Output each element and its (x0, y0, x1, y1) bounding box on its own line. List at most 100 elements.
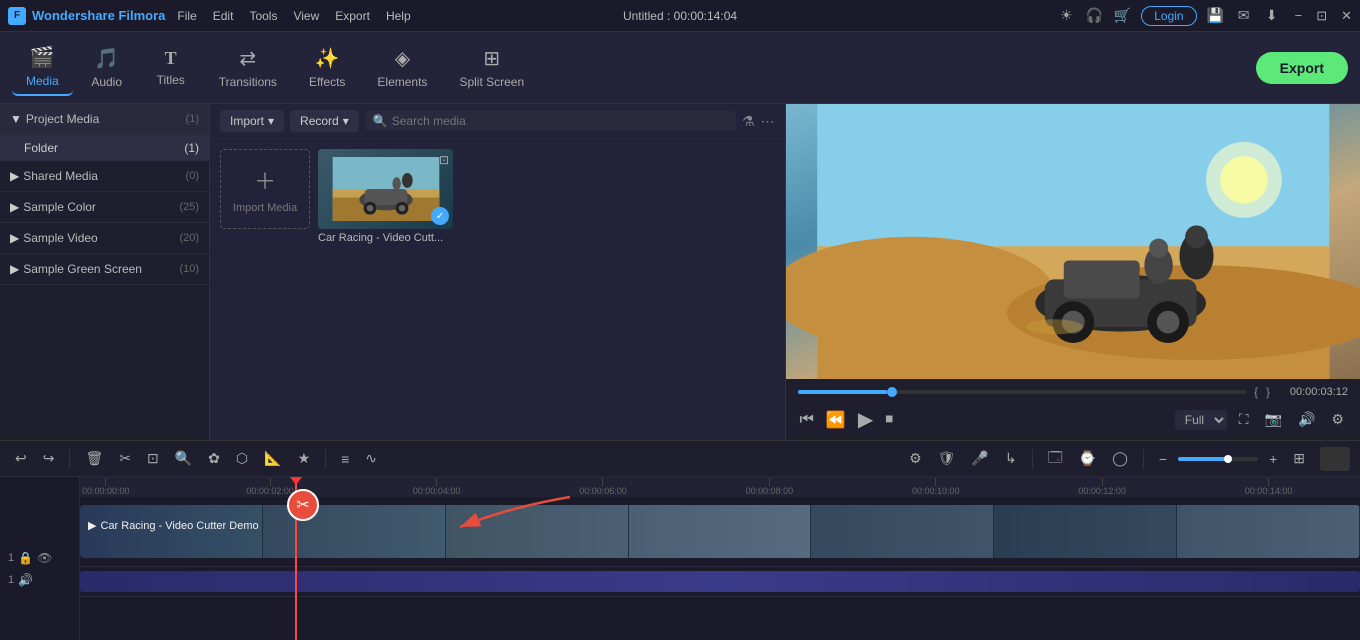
right-bracket-icon[interactable]: } (1266, 385, 1270, 399)
progress-bar[interactable] (798, 390, 1246, 394)
frame-back-button[interactable]: ⏪ (824, 408, 848, 432)
track-clip-label: ▶ Car Racing - Video Cutter Demo (88, 519, 259, 532)
project-media-label: Project Media (26, 112, 99, 126)
section-sample-color[interactable]: ▶ Sample Color (25) (0, 192, 209, 223)
play-button[interactable]: ▶ (856, 405, 875, 434)
tab-media[interactable]: 🎬 Media (12, 39, 73, 96)
import-chevron-icon: ▾ (268, 114, 274, 128)
audio-track-bg[interactable] (80, 571, 1360, 592)
left-bracket-icon[interactable]: { (1254, 385, 1258, 399)
mic-button[interactable]: 🎤 (966, 448, 993, 469)
section-sample-video[interactable]: ▶ Sample Video (20) (0, 223, 209, 254)
filter-icon[interactable]: ⚗ (742, 113, 755, 130)
fullscreen-icon[interactable]: ⛶ (1235, 409, 1253, 430)
menu-file[interactable]: File (177, 9, 196, 23)
maximize-button[interactable]: ⊡ (1316, 8, 1327, 24)
tab-titles[interactable]: T Titles (141, 42, 201, 93)
headphones-icon[interactable]: 🎧 (1085, 7, 1103, 25)
media-item-car-racing[interactable]: ⊡ ✓ Car Racing - Video Cutt... (318, 149, 453, 244)
redo-button[interactable]: ↪ (38, 448, 60, 469)
wave-button[interactable]: ∿ (360, 448, 382, 469)
playback-controls: ⏮ ⏪ ▶ ⏹ Full 1/2 1/4 ⛶ 📷 🔊 ⚙ (798, 405, 1349, 434)
quality-select[interactable]: Full 1/2 1/4 (1175, 410, 1227, 430)
shield-button[interactable]: 🛡 (933, 448, 961, 469)
sample-green-label: Sample Green Screen (23, 262, 142, 276)
timecodes: 00:00:00:00 00:00:02:00 00:00:04:00 00:0… (80, 477, 1360, 497)
import-button[interactable]: Import ▾ (220, 110, 284, 132)
download-icon[interactable]: ⬇ (1263, 7, 1281, 25)
color-button[interactable]: ✿ (203, 448, 225, 469)
project-media-count: (1) (186, 113, 199, 125)
settings-icon[interactable]: ⚙ (1327, 409, 1348, 430)
save-icon[interactable]: 💾 (1207, 7, 1225, 25)
video-track-bg[interactable]: ▶ Car Racing - Video Cutter Demo (80, 505, 1360, 558)
zoom-bar[interactable] (1178, 457, 1258, 461)
audio-icon: 🎵 (94, 46, 119, 71)
tab-effects[interactable]: ✨ Effects (295, 40, 359, 95)
minimize-button[interactable]: − (1295, 8, 1303, 23)
undo-button[interactable]: ↩ (10, 448, 32, 469)
split-icon-button[interactable]: 🗔 (1043, 445, 1068, 473)
track-lock-button[interactable]: 🔒 (18, 551, 33, 565)
app-logo-icon: F (8, 7, 26, 25)
section-sample-green[interactable]: ▶ Sample Green Screen (10) (0, 254, 209, 285)
track-visibility-button[interactable]: 👁 (37, 551, 52, 565)
timeline: ↩ ↪ 🗑 ✂ ⊡ 🔍 ✿ ⬡ 📐 ★ ≡ ∿ ⚙ 🛡 🎤 ↳ 🗔 ⌚ ◯ − … (0, 440, 1360, 640)
menu-button[interactable]: ≡ (336, 449, 354, 469)
track-number-2: 1 (8, 574, 14, 586)
media-icon: 🎬 (30, 45, 55, 70)
menu-help[interactable]: Help (386, 9, 411, 23)
app-logo: F Wondershare Filmora (8, 7, 165, 25)
menu-export[interactable]: Export (335, 9, 370, 23)
record-button[interactable]: Record ▾ (290, 110, 359, 132)
crop-button[interactable]: ⊡ (142, 448, 164, 469)
toolbar-separator-2 (325, 449, 326, 469)
tab-split-screen[interactable]: ⊞ Split Screen (445, 40, 538, 95)
tab-elements[interactable]: ◈ Elements (363, 40, 441, 95)
section-project-media[interactable]: ▼ Project Media (1) (0, 104, 209, 135)
main-area: ▼ Project Media (1) Folder (1) ▶ Shared … (0, 104, 1360, 440)
progress-thumb[interactable] (887, 387, 897, 397)
preview-video (786, 104, 1360, 379)
clock-button[interactable]: ⌚ (1074, 448, 1101, 469)
toolbar-separator-4 (1143, 449, 1144, 469)
close-button[interactable]: ✕ (1341, 8, 1352, 24)
tab-audio[interactable]: 🎵 Audio (77, 40, 137, 95)
track-add-button[interactable]: ↳ (1000, 448, 1022, 469)
tab-transitions[interactable]: ⇄ Transitions (205, 40, 291, 95)
login-button[interactable]: Login (1141, 6, 1196, 26)
settings-timeline-button[interactable]: ⚙ (904, 448, 927, 469)
import-media-placeholder[interactable]: ＋ Import Media (220, 149, 310, 229)
cart-icon[interactable]: 🛒 (1113, 7, 1131, 25)
transform-button[interactable]: 📐 (259, 448, 286, 469)
circle-button[interactable]: ◯ (1107, 448, 1133, 469)
audio-volume-button[interactable]: 🔊 (18, 573, 33, 587)
zoom-out-button[interactable]: − (1154, 449, 1172, 469)
grid-icon[interactable]: ⋯ (761, 113, 775, 130)
fit-button[interactable]: ⊞ (1288, 448, 1310, 469)
snapshot-icon[interactable]: 📷 (1261, 409, 1286, 430)
subsection-folder[interactable]: Folder (1) (0, 135, 209, 161)
tc-mark-6: 00:00:06:00 (579, 478, 627, 496)
export-button[interactable]: Export (1256, 52, 1348, 84)
search-input[interactable] (392, 114, 728, 128)
cut-button[interactable]: ✂ (114, 448, 136, 469)
menu-view[interactable]: View (293, 9, 319, 23)
timeline-right: 00:00:00:00 00:00:02:00 00:00:04:00 00:0… (80, 477, 1360, 640)
menu-edit[interactable]: Edit (213, 9, 234, 23)
zoom-in-timeline-button[interactable]: 🔍 (170, 448, 197, 469)
menu-tools[interactable]: Tools (249, 9, 277, 23)
star-button[interactable]: ★ (293, 448, 316, 469)
notification-icon[interactable]: ✉ (1235, 7, 1253, 25)
delete-button[interactable]: 🗑 (80, 448, 108, 469)
skip-back-button[interactable]: ⏮ (798, 409, 816, 431)
section-shared-media[interactable]: ▶ Shared Media (0) (0, 161, 209, 192)
zoom-in-button[interactable]: + (1264, 449, 1282, 469)
media-expand-icon[interactable]: ⊡ (439, 153, 449, 167)
stop-button[interactable]: ⏹ (883, 409, 895, 431)
volume-icon[interactable]: 🔊 (1294, 409, 1319, 430)
toolbar-separator-1 (69, 449, 70, 469)
shape-button[interactable]: ⬡ (231, 448, 253, 469)
tc-mark-12: 00:00:12:00 (1078, 478, 1126, 496)
sun-icon[interactable]: ☀ (1057, 7, 1075, 25)
